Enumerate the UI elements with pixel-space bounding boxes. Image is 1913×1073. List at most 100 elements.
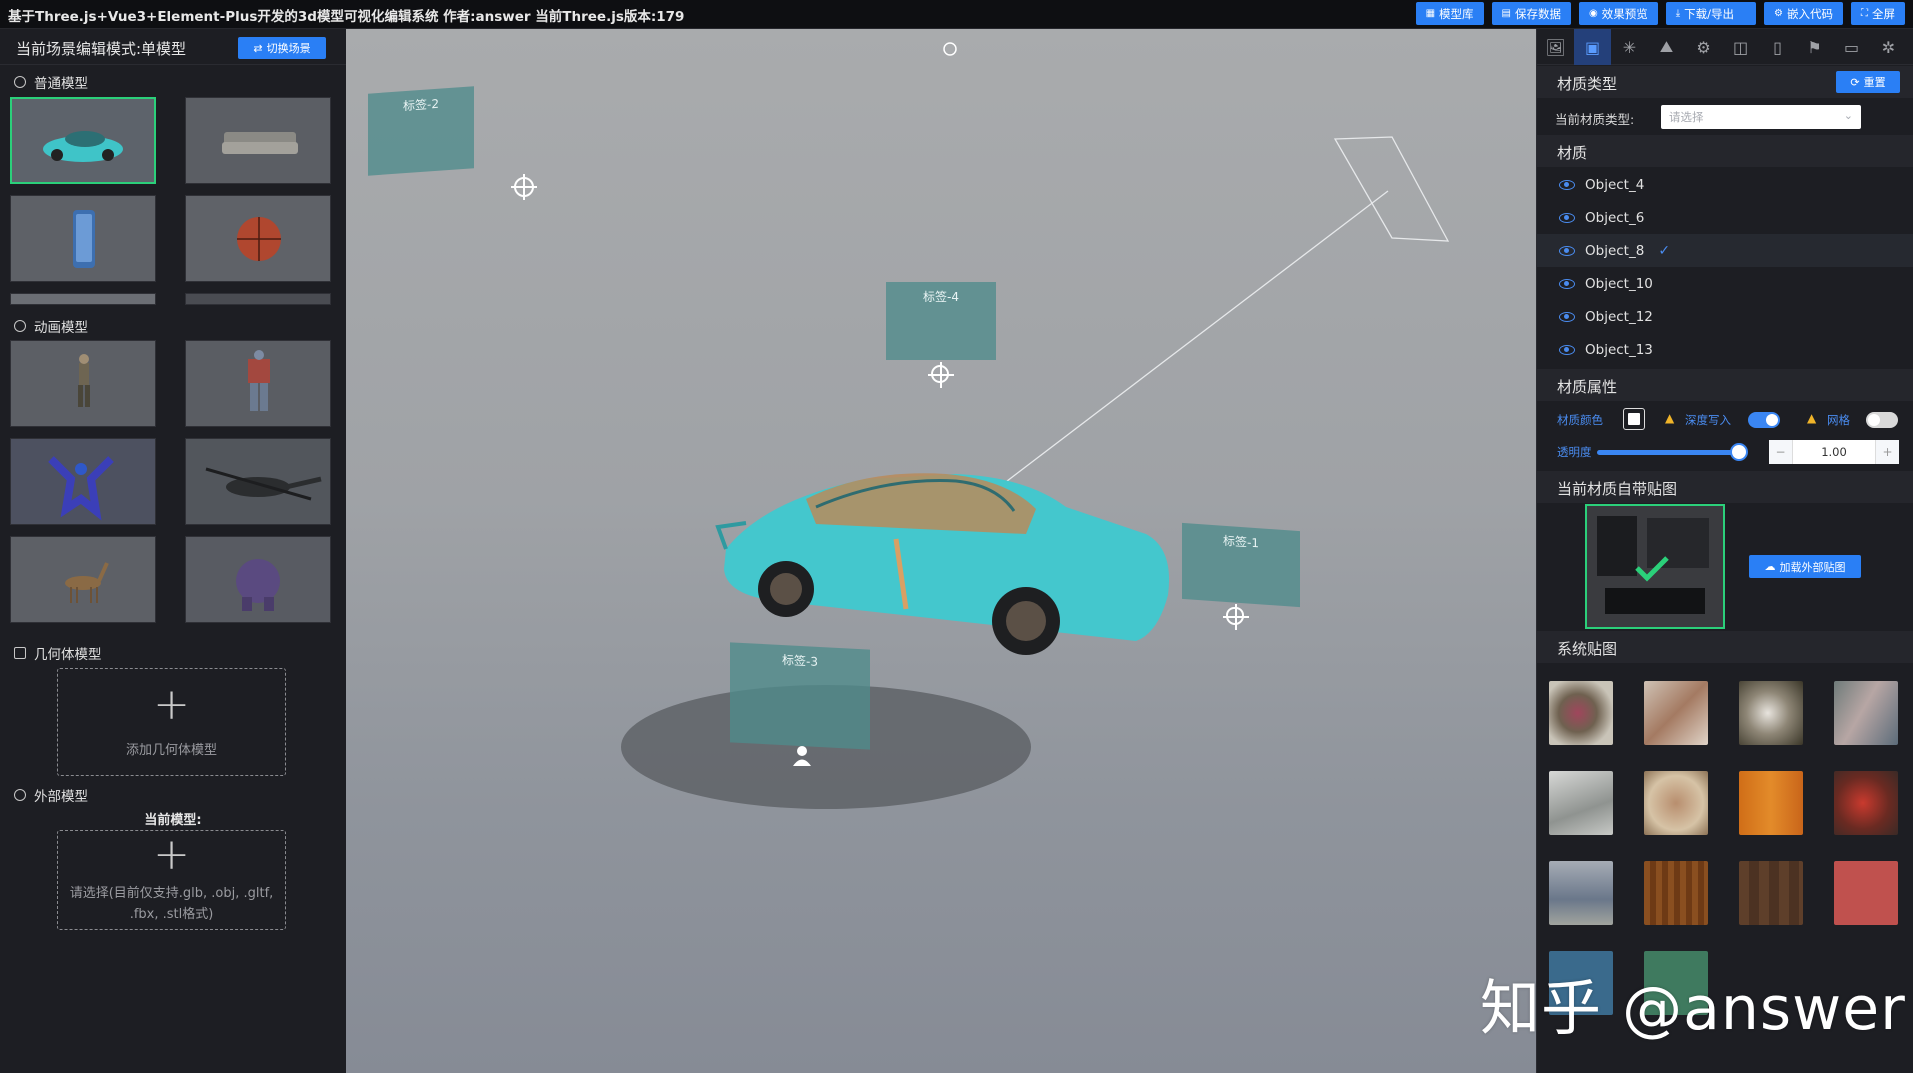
preview-button[interactable]: ◉ 效果预览 [1579,2,1658,25]
tab-animation-icon[interactable]: ⚙ [1685,29,1722,65]
current-texture-thumb[interactable] [1585,504,1725,629]
texture-sketch[interactable] [1549,771,1613,835]
model-thumb-deer[interactable] [10,536,156,623]
own-texture-section: 当前材质自带贴图 [1537,471,1913,503]
texture-floral[interactable] [1644,771,1708,835]
texture-wood-dark[interactable] [1644,861,1708,925]
color-picker[interactable] [1623,408,1645,430]
reset-button[interactable]: ⟳ 重置 [1836,71,1900,93]
add-geometry-button[interactable]: + 添加几何体模型 [57,668,286,776]
model-thumb-basketball[interactable] [185,195,331,282]
eye-icon[interactable] [1559,344,1575,355]
opacity-stepper[interactable]: − 1.00 + [1769,440,1899,464]
texture-flowers[interactable] [1549,681,1613,745]
model-thumb-partial[interactable] [10,293,156,305]
label-text: 标签-3 [782,653,818,669]
download-export-button[interactable]: ⤓ 下载/导出 [1665,2,1757,25]
section-label: 外部模型 [34,789,88,805]
tab-effect-icon[interactable]: ✲ [1870,29,1907,65]
basketball-marker-icon[interactable] [928,362,954,388]
model-library-button[interactable]: ▦ 模型库 [1415,2,1484,25]
color-label: 材质颜色 [1557,413,1603,427]
target-icon[interactable] [511,174,537,200]
anime-thumbnail [11,439,155,524]
switch-scene-button[interactable]: ⇄ 切换场景 [238,37,326,59]
model-thumb-helicopter[interactable] [185,438,331,525]
car-model [715,473,1170,655]
wireframe-toggle[interactable] [1866,412,1898,428]
gear-icon: ⚙ [1774,8,1783,19]
save-data-button[interactable]: ▤ 保存数据 [1491,2,1571,25]
texture-red[interactable] [1834,861,1898,925]
tab-light-icon[interactable]: ✳ [1611,29,1648,65]
material-name: Object_6 [1585,209,1645,226]
watermark: 知乎 @answer [1480,974,1906,1044]
plus-icon: + [153,829,190,880]
tab-photo-icon[interactable]: ▭ [1833,29,1870,65]
embed-code-button[interactable]: ⚙ 嵌入代码 [1764,2,1843,25]
load-texture-button[interactable]: ☁ 加载外部贴图 [1749,555,1861,578]
texture-city[interactable] [1549,861,1613,925]
material-item[interactable]: Object_10 [1537,267,1913,300]
section-title: 系统贴图 [1557,640,1618,658]
download-icon: ⤓ [1675,8,1681,19]
fullscreen-button[interactable]: ⛶ 全屏 [1851,2,1905,25]
tab-material-icon[interactable]: ▣ [1574,29,1611,65]
eye-icon[interactable] [1559,278,1575,289]
label-card-4[interactable]: 标签-4 [886,282,996,360]
model-thumb-soldier[interactable] [10,340,156,427]
minus-icon[interactable]: − [1769,440,1793,464]
toolbar: ▦ 模型库 ▤ 保存数据 ◉ 效果预览 ⤓ 下载/导出 ⚙ 嵌入代码 ⛶ 全屏 [1415,2,1905,25]
opacity-slider-handle[interactable] [1730,443,1748,461]
3d-viewport[interactable]: 标签-2 标签-4 标签-1 标签-3 [346,29,1536,1073]
label-card-1[interactable]: 标签-1 [1182,522,1300,608]
cube-icon [14,647,26,659]
tab-bookmark-icon[interactable]: ⚑ [1796,29,1833,65]
upload-model-button[interactable]: + 请选择(目前仅支持.glb, .obj, .gltf, .fbx, .stl… [57,830,286,930]
tab-scene-icon[interactable]: 🖼 [1537,29,1574,65]
material-item[interactable]: Object_13 [1537,333,1913,366]
external-models-heading: 外部模型 [14,785,88,805]
apple-marker-icon[interactable] [1223,604,1249,630]
eye-icon[interactable] [1559,179,1575,190]
label-card-2[interactable]: 标签-2 [368,86,474,176]
model-thumb-monster[interactable] [185,536,331,623]
texture-painting[interactable] [1644,681,1708,745]
eye-icon[interactable] [1559,245,1575,256]
depth-write-toggle[interactable] [1748,412,1780,428]
material-section: 材质 [1537,135,1913,167]
model-thumb-partial[interactable] [185,293,331,305]
soldier-thumbnail [11,341,155,426]
texture-white-flowers[interactable] [1739,681,1803,745]
eye-icon[interactable] [1559,311,1575,322]
section-label: 几何体模型 [34,647,102,663]
right-panel: 🖼 ▣ ✳ ⛰ ⚙ ◫ ▯ ⚑ ▭ ✲ 材质类型 ⟳ 重置 当前材质类型: 请选择… [1536,29,1913,1073]
user-marker-icon[interactable] [792,745,812,767]
material-type-select[interactable]: 请选择 ⌄ [1661,105,1861,129]
model-thumb-anime[interactable] [10,438,156,525]
tab-geometry-icon[interactable]: ▯ [1759,29,1796,65]
tab-model-icon[interactable]: ◫ [1722,29,1759,65]
model-thumb-robot[interactable] [185,340,331,427]
basketball-thumbnail [186,196,330,281]
left-panel: 当前场景编辑模式:单模型 ⇄ 切换场景 普通模型 动画模型 几何体模型 + 添加几… [0,29,346,1073]
opacity-slider-track[interactable] [1597,450,1737,455]
texture-abstract[interactable] [1834,681,1898,745]
model-thumb-car[interactable] [10,97,156,184]
model-thumb-phone[interactable] [10,195,156,282]
texture-wood-orange[interactable] [1739,771,1803,835]
model-thumb-sofa[interactable] [185,97,331,184]
cloud-icon [14,789,26,801]
material-item[interactable]: Object_6 [1537,201,1913,234]
label-card-3[interactable]: 标签-3 [730,642,870,750]
plus-icon[interactable]: + [1875,440,1899,464]
material-item[interactable]: Object_4 [1537,168,1913,201]
grid-icon: ▦ [1425,8,1436,19]
material-item-selected[interactable]: Object_8 ✓ [1537,234,1913,267]
texture-wood-planks[interactable] [1739,861,1803,925]
animation-models-heading: 动画模型 [14,316,88,336]
material-item[interactable]: Object_12 [1537,300,1913,333]
texture-red-fish[interactable] [1834,771,1898,835]
tab-ground-icon[interactable]: ⛰ [1648,29,1685,65]
eye-icon[interactable] [1559,212,1575,223]
